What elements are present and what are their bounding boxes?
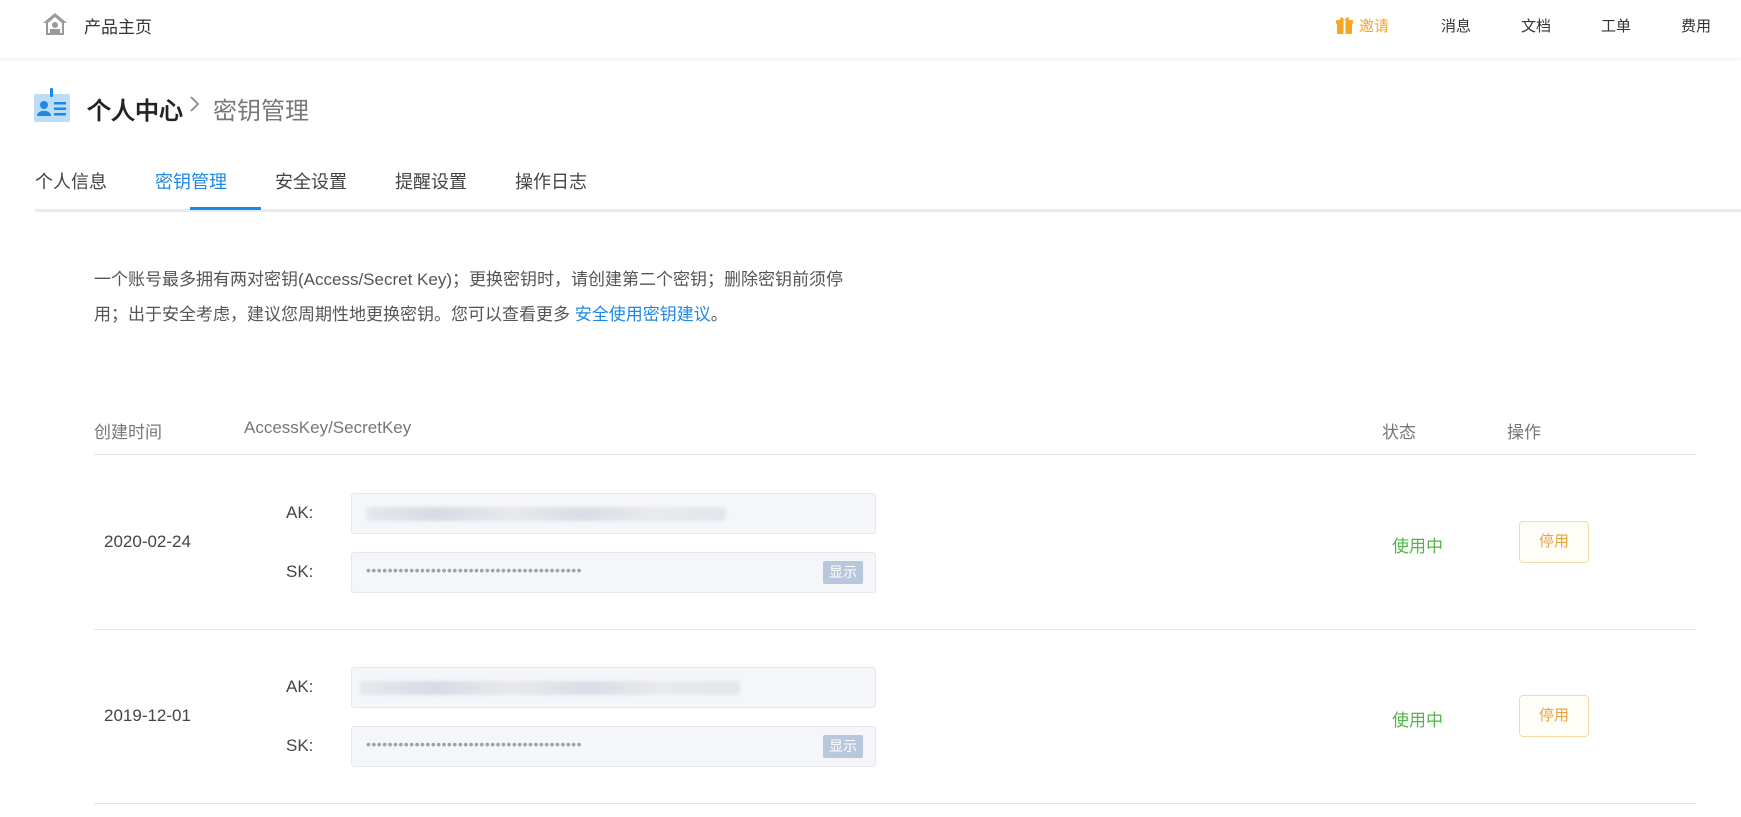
access-key-field[interactable] bbox=[351, 493, 876, 534]
secret-key-masked: •••••••••••••••••••••••••••••••••••••••• bbox=[366, 736, 583, 752]
invite-label: 邀请 bbox=[1359, 17, 1390, 35]
sk-label: SK: bbox=[286, 736, 314, 755]
disable-key-button[interactable]: 停用 bbox=[1519, 521, 1589, 563]
home-title-link[interactable]: 产品主页 bbox=[84, 13, 152, 38]
row-created-date: 2020-02-24 bbox=[104, 532, 191, 551]
header-divider bbox=[94, 454, 1696, 455]
disable-key-button[interactable]: 停用 bbox=[1519, 695, 1589, 737]
status-badge: 使用中 bbox=[1392, 537, 1443, 556]
key-notice: 一个账号最多拥有两对密钥(Access/Secret Key)；更换密钥时，请创… bbox=[94, 262, 894, 332]
access-key-redacted bbox=[366, 507, 726, 521]
column-header-action: 操作 bbox=[1507, 423, 1541, 442]
sk-label: SK: bbox=[286, 562, 314, 581]
tab-operation-log[interactable]: 操作日志 bbox=[515, 168, 587, 194]
id-card-icon bbox=[34, 88, 70, 122]
breadcrumb-current: 密钥管理 bbox=[213, 98, 309, 125]
tab-key-management[interactable]: 密钥管理 bbox=[155, 168, 227, 194]
column-header-created: 创建时间 bbox=[94, 423, 162, 442]
top-bar: 产品主页 邀请 消息 文档 工单 费用 bbox=[0, 0, 1741, 58]
nav-tickets[interactable]: 工单 bbox=[1601, 15, 1631, 36]
notice-line-1: 一个账号最多拥有两对密钥(Access/Secret Key)；更换密钥时，请创… bbox=[94, 270, 843, 289]
access-key-redacted bbox=[360, 681, 740, 695]
secret-key-masked: •••••••••••••••••••••••••••••••••••••••• bbox=[366, 562, 583, 578]
nav-messages[interactable]: 消息 bbox=[1441, 15, 1471, 36]
secret-key-field[interactable]: ••••••••••••••••••••••••••••••••••••••••… bbox=[351, 726, 876, 767]
access-key-field[interactable] bbox=[351, 667, 876, 708]
invite-button[interactable]: 邀请 bbox=[1336, 13, 1389, 37]
gift-icon bbox=[1336, 16, 1353, 34]
column-header-keys: AccessKey/SecretKey bbox=[244, 418, 412, 437]
notice-line-2: 用；出于安全考虑，建议您周期性地更换密钥。您可以查看更多 安全使用密钥建议。 bbox=[94, 297, 894, 332]
tab-bar: 个人信息 密钥管理 安全设置 提醒设置 操作日志 bbox=[35, 162, 1741, 212]
notice-line-2-text: 用；出于安全考虑，建议您周期性地更换密钥。您可以查看更多 bbox=[94, 305, 575, 324]
status-badge: 使用中 bbox=[1392, 711, 1443, 730]
row-divider bbox=[94, 629, 1696, 630]
nav-docs[interactable]: 文档 bbox=[1521, 15, 1551, 36]
row-created-date: 2019-12-01 bbox=[104, 706, 191, 725]
active-tab-indicator bbox=[190, 207, 261, 210]
notice-line-2-end: 。 bbox=[710, 305, 728, 324]
secret-key-field[interactable]: ••••••••••••••••••••••••••••••••••••••••… bbox=[351, 552, 876, 593]
tab-personal-info[interactable]: 个人信息 bbox=[35, 168, 107, 194]
ak-label: AK: bbox=[286, 677, 314, 696]
ak-label: AK: bbox=[286, 503, 314, 522]
show-secret-button[interactable]: 显示 bbox=[823, 561, 863, 584]
security-advice-link[interactable]: 安全使用密钥建议 bbox=[575, 305, 711, 324]
chevron-right-icon bbox=[190, 96, 200, 112]
tab-security-settings[interactable]: 安全设置 bbox=[275, 168, 347, 194]
tab-reminder-settings[interactable]: 提醒设置 bbox=[395, 168, 467, 194]
home-icon[interactable] bbox=[42, 12, 68, 36]
row-divider bbox=[94, 803, 1696, 804]
column-header-status: 状态 bbox=[1382, 423, 1416, 442]
show-secret-button[interactable]: 显示 bbox=[823, 735, 863, 758]
nav-billing[interactable]: 费用 bbox=[1681, 15, 1711, 36]
breadcrumb-parent[interactable]: 个人中心 bbox=[87, 91, 183, 126]
